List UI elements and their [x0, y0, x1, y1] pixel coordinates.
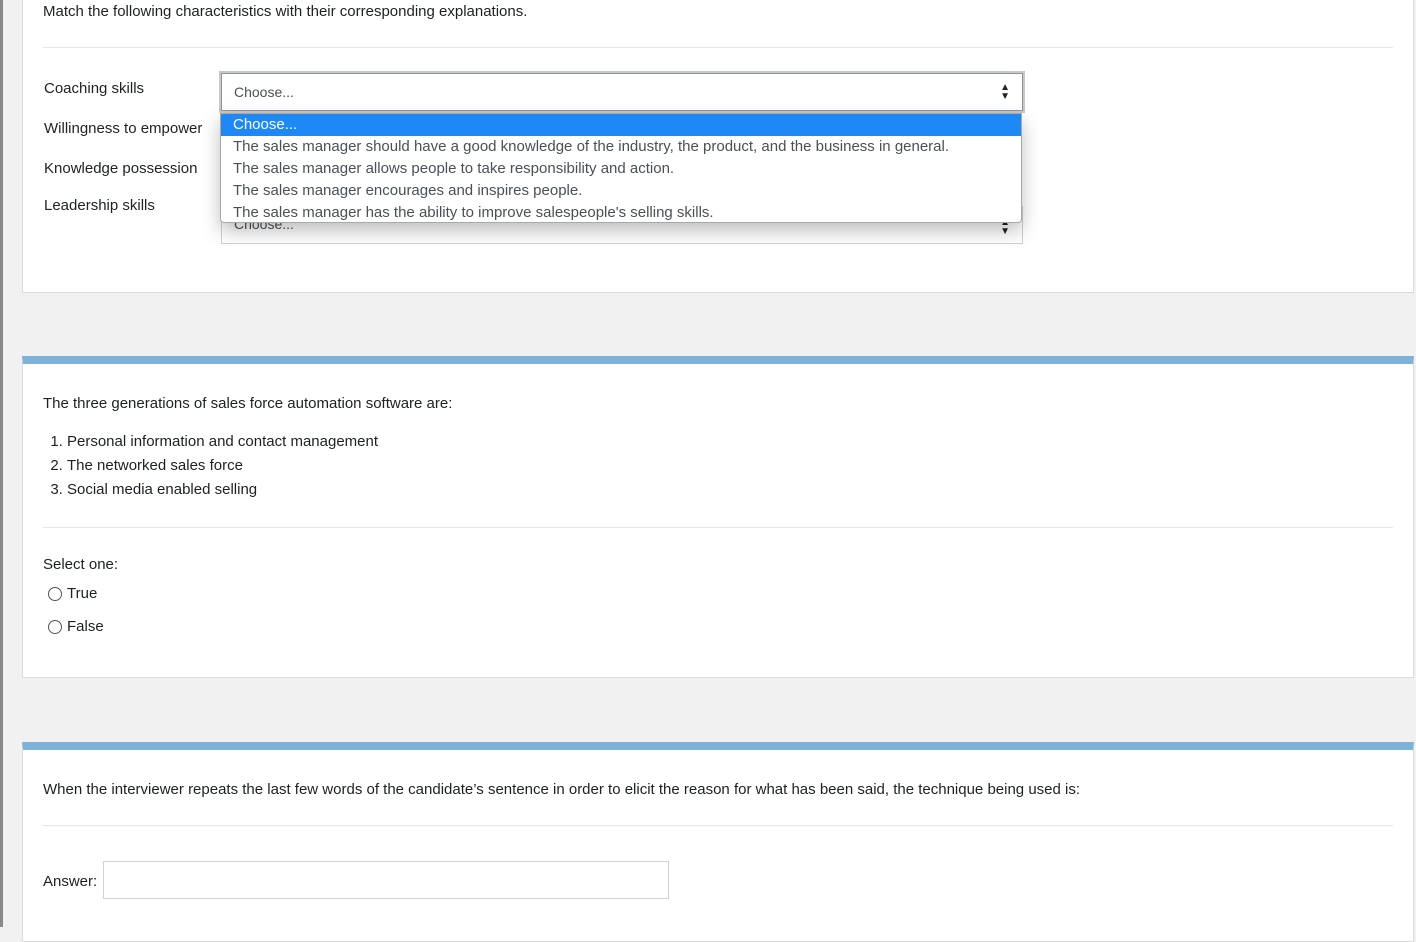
list-item: Social media enabled selling: [67, 478, 378, 502]
option-false[interactable]: False: [48, 618, 104, 635]
match-dropdown-list: Choose... The sales manager should have …: [220, 113, 1022, 223]
option-label: True: [67, 585, 98, 602]
match-label-coaching: Coaching skills: [44, 80, 145, 97]
question-card-short-answer: When the interviewer repeats the last fe…: [22, 742, 1414, 942]
match-label-empower: Willingness to empower: [44, 120, 203, 137]
match-select-coaching[interactable]: Choose... ▲ ▼: [219, 71, 1025, 113]
dropdown-option[interactable]: The sales manager encourages and inspire…: [221, 180, 1021, 202]
dropdown-option[interactable]: The sales manager should have a good kno…: [221, 136, 1021, 158]
divider: [43, 47, 1393, 48]
match-label-knowledge: Knowledge possession: [44, 160, 198, 177]
answer-input[interactable]: [103, 861, 669, 899]
radio-button[interactable]: [48, 619, 62, 634]
dropdown-option[interactable]: The sales manager allows people to take …: [221, 158, 1021, 180]
question-card-true-false: The three generations of sales force aut…: [22, 356, 1414, 678]
generations-list: Personal information and contact managem…: [43, 430, 378, 502]
question-text: Match the following characteristics with…: [43, 3, 528, 20]
question-text: When the interviewer repeats the last fe…: [43, 781, 1081, 798]
divider: [43, 825, 1393, 826]
dropdown-option[interactable]: The sales manager has the ability to imp…: [221, 202, 1021, 224]
select-value: Choose...: [234, 84, 294, 100]
select-one-label: Select one:: [43, 556, 119, 573]
radio-button[interactable]: [48, 586, 62, 601]
match-label-leadership: Leadership skills: [44, 197, 155, 214]
dropdown-option[interactable]: Choose...: [221, 114, 1021, 136]
option-label: False: [67, 618, 104, 635]
divider: [43, 527, 1393, 528]
list-item: The networked sales force: [67, 454, 378, 478]
question-text: The three generations of sales force aut…: [43, 395, 453, 412]
select-arrows-icon: ▲▼: [1000, 82, 1010, 102]
option-true[interactable]: True: [48, 585, 97, 602]
answer-label: Answer:: [43, 873, 98, 890]
list-item: Personal information and contact managem…: [67, 430, 378, 454]
window-left-edge: [0, 0, 3, 927]
